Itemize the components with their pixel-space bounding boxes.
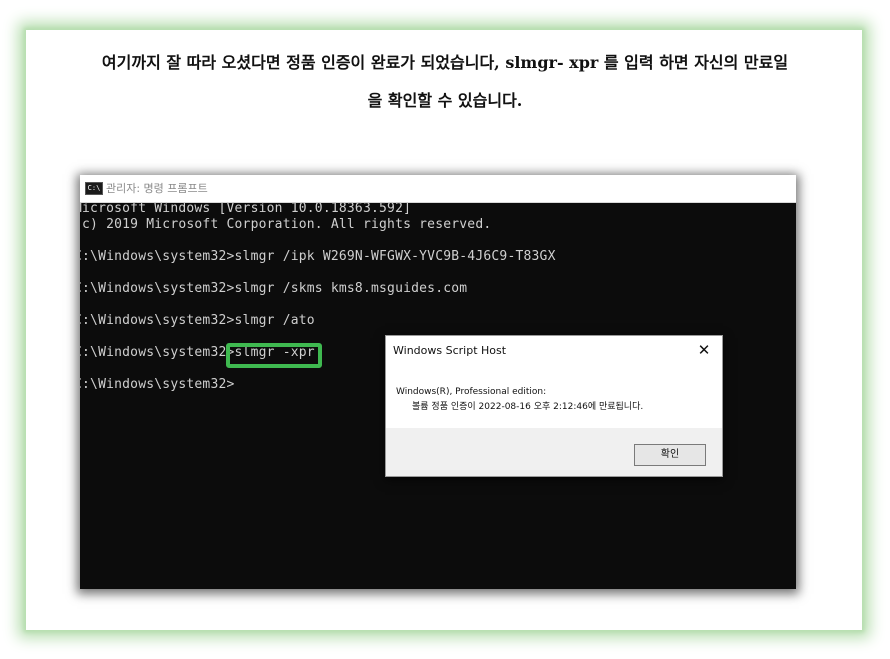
caption-line-1: 여기까지 잘 따라 오셨다면 정품 인증이 완료가 되었습니다, slmgr- … [101, 53, 789, 72]
console-line: (c) 2019 Microsoft Corporation. All righ… [80, 217, 492, 232]
dialog-message-area: Windows(R), Professional edition: 볼륨 정품 … [386, 366, 722, 428]
dialog-titlebar: Windows Script Host ✕ [386, 336, 722, 366]
dialog-message-edition: Windows(R), Professional edition: [396, 387, 547, 397]
console-line: Microsoft Windows [Version 10.0.18363.59… [80, 201, 412, 216]
cmd-icon: C:\ [85, 182, 103, 195]
command-prompt-window: C:\ 관리자: 명령 프롬프트 Microsoft Windows [Vers… [80, 175, 796, 589]
window-title: 관리자: 명령 프롬프트 [106, 182, 208, 195]
article-caption: 여기까지 잘 따라 오셨다면 정품 인증이 완료가 되었습니다, slmgr- … [40, 44, 850, 120]
console-prompt[interactable]: C:\Windows\system32> [80, 377, 235, 392]
dialog-title: Windows Script Host [393, 344, 507, 357]
console-line: C:\Windows\system32>slmgr /ipk W269N-WFG… [80, 249, 556, 264]
script-host-dialog: Windows Script Host ✕ Windows(R), Profes… [385, 335, 723, 477]
console-line: C:\Windows\system32>slmgr /ato [80, 313, 315, 328]
command-highlight-box [226, 343, 322, 368]
console-line: C:\Windows\system32>slmgr /skms kms8.msg… [80, 281, 468, 296]
dialog-message-expiry: 볼륨 정품 인증이 2022-08-16 오후 2:12:46에 만료됩니다. [412, 402, 644, 412]
ok-button[interactable]: 확인 [634, 444, 706, 466]
caption-line-2: 을 확인할 수 있습니다. [367, 91, 523, 110]
close-icon[interactable]: ✕ [694, 340, 714, 360]
window-titlebar: C:\ 관리자: 명령 프롬프트 [80, 175, 796, 203]
